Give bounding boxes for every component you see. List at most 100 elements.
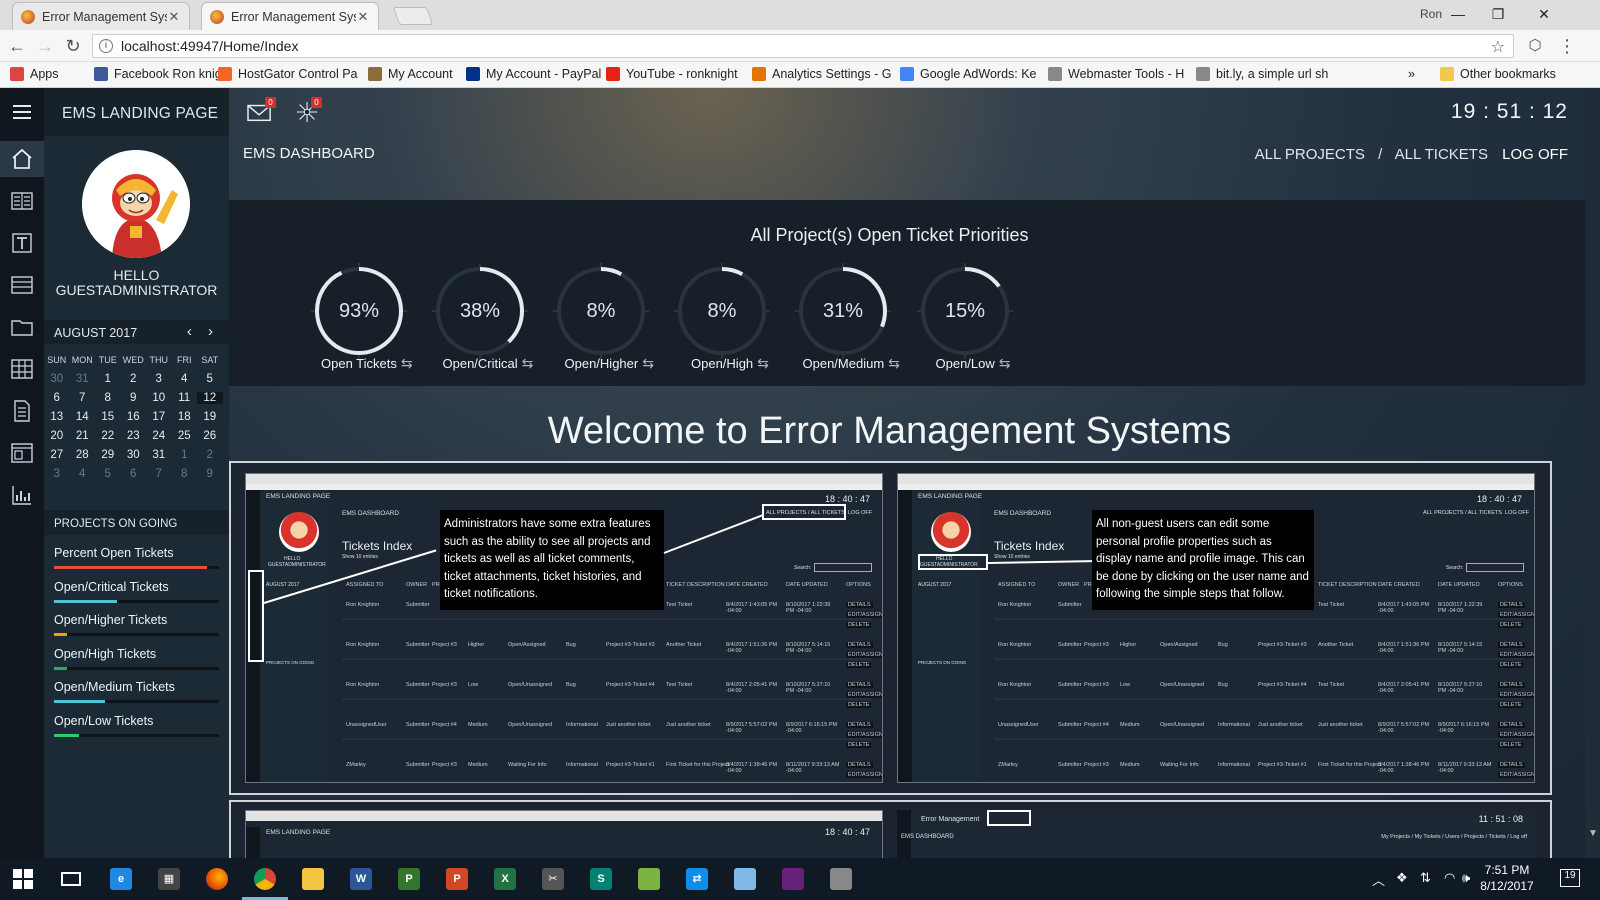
calendar-day[interactable]: 15	[95, 411, 121, 423]
calendar-day[interactable]: 14	[70, 411, 96, 423]
snipping-icon[interactable]: ✂	[538, 864, 568, 894]
tutorial-screenshot[interactable]: EMS LANDING PAGE EMS DASHBOARD HELLO GUESTA…	[245, 473, 883, 783]
calendar-day[interactable]: 12	[197, 391, 223, 404]
bookmark-item[interactable]: Analytics Settings - G	[752, 67, 892, 81]
bookmark-item[interactable]: Apps	[10, 67, 59, 81]
calendar-day[interactable]: 1	[172, 449, 198, 461]
hamburger-menu-icon[interactable]	[6, 96, 38, 128]
calendar-day[interactable]: 2	[121, 373, 147, 385]
log-off-link[interactable]: LOG OFF	[1502, 146, 1568, 163]
user-avatar[interactable]	[82, 150, 190, 258]
bookmark-star-icon[interactable]: ☆	[1491, 37, 1505, 57]
calendar-day[interactable]: 21	[70, 430, 96, 442]
project-label[interactable]: Open/Higher Tickets	[54, 613, 219, 627]
project-label[interactable]: Open/Low Tickets	[54, 714, 219, 728]
swap-icon[interactable]: ⇆	[888, 355, 900, 371]
calendar-prev-next-icon[interactable]: ‹ ›	[187, 323, 219, 340]
notification-center-icon[interactable]: 19	[1560, 869, 1580, 887]
calendar-day[interactable]: 3	[146, 373, 172, 385]
bookmark-item[interactable]: Google AdWords: Ke	[900, 67, 1037, 81]
calendar-day[interactable]: 7	[70, 392, 96, 404]
home-icon[interactable]	[0, 141, 44, 177]
taskbar-clock[interactable]: 7:51 PM 8/12/2017	[1468, 862, 1546, 894]
remote-icon[interactable]	[826, 864, 856, 894]
project-progress-item[interactable]: Open/Higher Tickets	[54, 613, 219, 636]
minimize-icon[interactable]: —	[1444, 3, 1472, 25]
swap-icon[interactable]: ⇆	[757, 355, 769, 371]
gauge-caption[interactable]: Open Tickets ⇆	[321, 355, 413, 372]
calendar-day[interactable]: 24	[146, 430, 172, 442]
calendar-day[interactable]: 13	[44, 411, 70, 423]
calendar-day[interactable]: 25	[172, 430, 198, 442]
calendar-day[interactable]: 1	[95, 373, 121, 385]
gauge-caption[interactable]: Open/High ⇆	[691, 355, 769, 372]
tray-chevron-icon[interactable]: ︿	[1372, 870, 1385, 889]
bookmark-item[interactable]: Facebook Ron knight	[94, 67, 232, 81]
gauge-caption[interactable]: Open/Higher ⇆	[565, 355, 654, 372]
calendar-day[interactable]: 4	[172, 373, 198, 385]
browser-tab[interactable]: Error Management Syste ✕	[12, 2, 190, 30]
tickets-text-icon[interactable]	[6, 227, 38, 259]
url-bar[interactable]: i localhost:49947/Home/Index ☆	[92, 34, 1514, 58]
project-progress-item[interactable]: Open/Medium Tickets	[54, 680, 219, 703]
page-scrollbar[interactable]: ▼	[1585, 88, 1600, 858]
reload-icon[interactable]: ↻	[62, 35, 84, 57]
project-label[interactable]: Open/Critical Tickets	[54, 580, 219, 594]
dashboard-icon[interactable]	[6, 185, 38, 217]
swap-icon[interactable]: ⇆	[522, 355, 534, 371]
project-progress-item[interactable]: Open/Low Tickets	[54, 714, 219, 737]
tutorial-screenshot[interactable]: EMS LANDING PAGE 18 : 40 : 47	[245, 810, 883, 858]
calendar-day[interactable]: 9	[197, 468, 223, 480]
bar-chart-icon[interactable]	[6, 479, 38, 511]
calendar-day[interactable]: 8	[172, 468, 198, 480]
project-label[interactable]: Open/Medium Tickets	[54, 680, 219, 694]
tutorial-screenshot[interactable]: Error Management EMS DASHBOARD My Projects…	[897, 810, 1535, 858]
other-bookmarks[interactable]: Other bookmarks	[1440, 67, 1556, 81]
swap-icon[interactable]: ⇆	[401, 355, 413, 371]
calendar-day[interactable]: 6	[44, 392, 70, 404]
calendar-day[interactable]: 26	[197, 430, 223, 442]
calendar-day[interactable]: 19	[197, 411, 223, 423]
gauge-caption[interactable]: Open/Critical ⇆	[443, 355, 534, 372]
calendar-day[interactable]: 2	[197, 449, 223, 461]
table-grid-icon[interactable]	[6, 353, 38, 385]
project-label[interactable]: Percent Open Tickets	[54, 546, 219, 560]
layout-icon[interactable]	[6, 437, 38, 469]
excel-icon[interactable]: X	[490, 864, 520, 894]
project-label[interactable]: Open/High Tickets	[54, 647, 219, 661]
maximize-icon[interactable]: ❐	[1484, 3, 1512, 25]
calendar-day[interactable]: 8	[95, 392, 121, 404]
calendar-day[interactable]: 30	[121, 449, 147, 461]
user-greeting[interactable]: HELLO GUESTADMINISTRATOR	[44, 268, 229, 298]
gauge-caption[interactable]: Open/Medium ⇆	[803, 355, 900, 372]
project-progress-item[interactable]: Open/Critical Tickets	[54, 580, 219, 603]
all-tickets-link[interactable]: ALL TICKETS	[1395, 146, 1488, 163]
calendar-day[interactable]: 28	[70, 449, 96, 461]
bookmark-item[interactable]: My Account	[368, 67, 453, 81]
forward-icon[interactable]: →	[34, 35, 56, 57]
landing-page-title[interactable]: EMS LANDING PAGE	[62, 105, 218, 123]
bookmark-item[interactable]: Webmaster Tools - H	[1048, 67, 1184, 81]
chrome-icon[interactable]	[242, 864, 288, 900]
username-label[interactable]: GUESTADMINISTRATOR	[44, 283, 229, 298]
sway-icon[interactable]: S	[586, 864, 616, 894]
calendar-day[interactable]: 30	[44, 373, 70, 385]
bookmark-item[interactable]: My Account - PayPal	[466, 67, 601, 81]
teamviewer-icon[interactable]: ⇄	[682, 864, 712, 894]
calendar-day[interactable]: 11	[172, 392, 198, 404]
tutorial-screenshot[interactable]: EMS LANDING PAGE EMS DASHBOARD HELLO GUESTA…	[897, 473, 1535, 783]
document-icon[interactable]	[6, 395, 38, 427]
bookmarks-overflow-icon[interactable]: »	[1408, 67, 1415, 81]
wifi-icon[interactable]: ◠	[1444, 870, 1455, 886]
task-view-icon[interactable]	[56, 864, 86, 894]
tab-close-icon[interactable]: ✕	[356, 9, 370, 25]
dropbox-icon[interactable]: ❖	[1396, 870, 1408, 886]
close-window-icon[interactable]: ✕	[1530, 3, 1558, 25]
calendar-day[interactable]: 29	[95, 449, 121, 461]
new-tab-button[interactable]	[392, 7, 434, 25]
swap-icon[interactable]: ⇆	[642, 355, 654, 371]
chart-app-icon[interactable]	[634, 864, 664, 894]
calendar-day[interactable]: 5	[95, 468, 121, 480]
calendar-day[interactable]: 4	[70, 468, 96, 480]
calculator-icon[interactable]: ▦	[154, 864, 184, 894]
